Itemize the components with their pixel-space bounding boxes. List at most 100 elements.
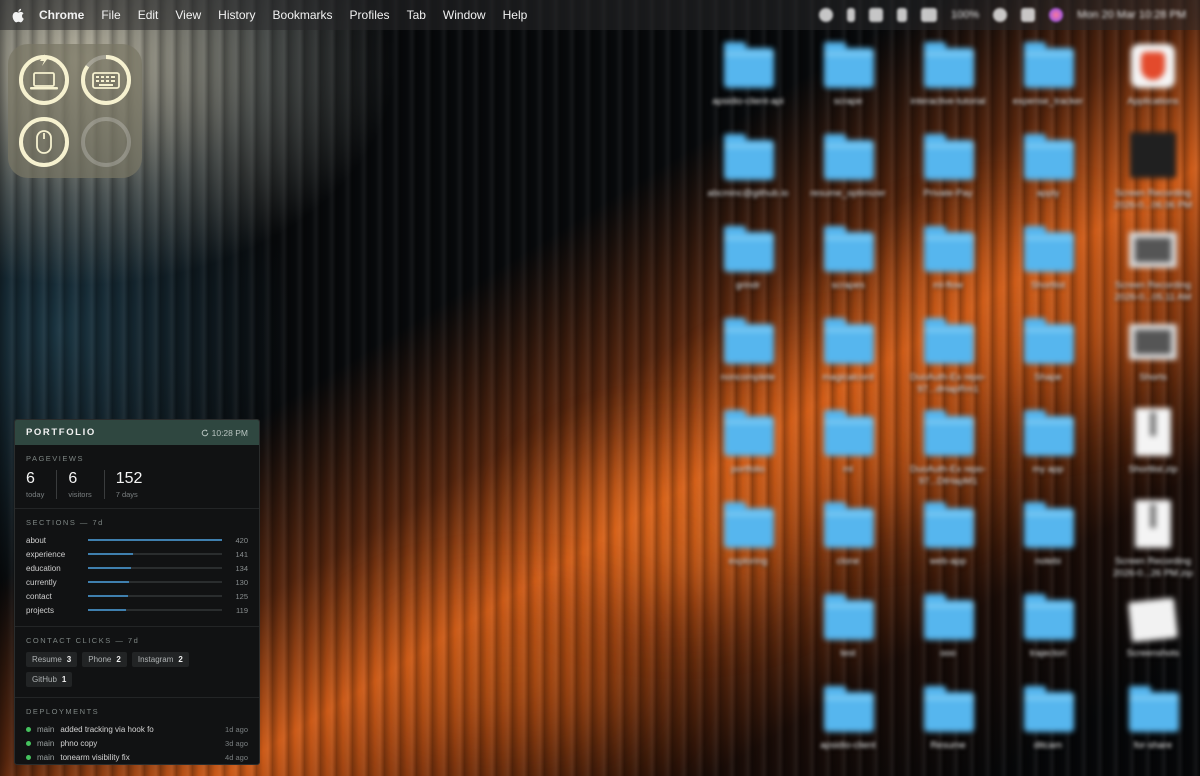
stat-label: today — [26, 490, 45, 499]
icon-label: Shorts — [1139, 372, 1167, 383]
chip-phone[interactable]: Phone 2 — [82, 652, 127, 667]
folder-icon[interactable]: Private-Pay — [900, 134, 996, 230]
menu-bar: Chrome File Edit View History Bookmarks … — [0, 0, 1200, 30]
folder-icon[interactable]: expense_tracker — [1000, 42, 1096, 138]
icon-label: ml-flow — [932, 280, 964, 291]
folder-icon[interactable]: ml-flow — [900, 226, 996, 322]
screen-icon[interactable] — [869, 8, 884, 22]
folder-icon[interactable]: Shortlist — [1000, 226, 1096, 322]
folder-icon[interactable]: web-app — [900, 502, 996, 598]
folder-icon[interactable]: ditcam — [1000, 686, 1096, 776]
folder-icon[interactable]: magicalcord — [800, 318, 896, 414]
deployment-row[interactable]: main phno copy 3d ago — [26, 736, 248, 750]
app-icon[interactable]: Applications — [1105, 44, 1200, 138]
folder-icon[interactable]: apply — [1000, 134, 1096, 230]
stat-value: 6 — [26, 470, 35, 487]
folder-icon[interactable]: my app — [1000, 410, 1096, 506]
updated-time: 10:28 PM — [211, 427, 248, 438]
menu-tab[interactable]: Tab — [407, 8, 426, 22]
chip-github[interactable]: GitHub 1 — [26, 672, 73, 687]
siri-icon[interactable] — [1049, 8, 1064, 22]
battery-status[interactable]: 100% — [951, 9, 979, 21]
portfolio-header: PORTFOLIO 10:28 PM — [15, 420, 259, 445]
record-icon[interactable] — [819, 8, 834, 22]
icon-label: ditcam — [1034, 740, 1062, 751]
folder-icon[interactable]: scrapes — [800, 226, 896, 322]
icon-glyph — [724, 134, 774, 180]
upload-icon[interactable] — [847, 8, 856, 22]
apple-icon[interactable] — [11, 8, 25, 23]
shots-icon[interactable]: Screenshots — [1105, 597, 1200, 690]
chip-count: 1 — [61, 675, 67, 684]
folder-icon[interactable]: trajectori — [1000, 594, 1096, 690]
icon-glyph — [1024, 226, 1074, 272]
folder-icon[interactable]: notebi — [1000, 502, 1096, 598]
folder-icon[interactable]: apsidio-client-api — [700, 42, 796, 138]
menu-view[interactable]: View — [175, 8, 201, 22]
icon-label: exploring — [728, 556, 768, 567]
icon-label: magicalcord — [822, 372, 874, 383]
chip-instagram[interactable]: Instagram 2 — [131, 652, 189, 667]
icon-label: test — [840, 648, 856, 659]
icon-label: apsidio-client — [820, 740, 876, 751]
folder-icon[interactable]: interactive-tutorial — [900, 42, 996, 138]
folder-icon[interactable]: portfolio — [700, 410, 796, 506]
icon-glyph — [1024, 42, 1074, 88]
folder-icon[interactable]: noncomplete — [700, 318, 796, 414]
icon-glyph — [1129, 686, 1179, 732]
folder-icon[interactable]: test — [800, 594, 896, 690]
chip-count: 3 — [66, 655, 72, 664]
zip-icon[interactable]: Shortlist.zip — [1105, 408, 1200, 506]
section-row-projects: projects 119 — [26, 603, 248, 617]
menu-window[interactable]: Window — [443, 8, 486, 22]
folder-icon[interactable]: clone — [800, 502, 896, 598]
search-icon[interactable] — [993, 8, 1008, 22]
last-updated[interactable]: 10:28 PM — [201, 428, 248, 438]
folder-icon[interactable]: DuoAuth-Ex repo-97...dHapRm1 — [900, 318, 996, 414]
section-row-education: education 134 — [26, 561, 248, 575]
folder-icon[interactable]: ooo — [900, 594, 996, 690]
window-icon[interactable] — [897, 8, 908, 22]
screenrec-icon[interactable]: Screen Recording 2026-0...06.06 PM — [1105, 132, 1200, 230]
wifi-icon[interactable] — [921, 8, 938, 22]
menu-bookmarks[interactable]: Bookmarks — [273, 8, 333, 22]
menubar-clock[interactable]: Mon 20 Mar 10:28 PM — [1077, 9, 1186, 21]
icon-glyph — [724, 502, 774, 548]
folder-icon[interactable]: Shape — [1000, 318, 1096, 414]
menu-edit[interactable]: Edit — [138, 8, 159, 22]
folder-icon[interactable]: exploring — [700, 502, 796, 598]
chip-label: GitHub — [32, 675, 57, 684]
section-value: 130 — [235, 577, 248, 587]
folder-icon[interactable]: Resume — [900, 686, 996, 776]
menu-chrome[interactable]: Chrome — [39, 8, 84, 22]
folder-icon[interactable]: DuoAuth-Ex repo-97...DtHapM1 — [900, 410, 996, 506]
folder-icon[interactable]: for-share — [1105, 686, 1200, 776]
menu-file[interactable]: File — [101, 8, 120, 22]
folder-icon[interactable]: grindr — [700, 226, 796, 322]
icon-label: abcminc@github.io — [707, 188, 789, 199]
portfolio-widget[interactable]: PORTFOLIO 10:28 PM PAGEVIEWS 6 today 6 v… — [14, 419, 260, 765]
folder-icon[interactable]: resume_optimizer — [800, 134, 896, 230]
thumb-icon[interactable]: Shorts — [1105, 324, 1200, 414]
deployment-row[interactable]: main added tracking via hook fo 1d ago — [26, 722, 248, 736]
folder-icon[interactable]: ml — [800, 410, 896, 506]
zip-icon[interactable]: Screen Recording 2026-0...26 PM.zip — [1105, 500, 1200, 598]
icon-glyph — [1130, 132, 1176, 178]
control-center-icon[interactable] — [1021, 8, 1036, 22]
thumb-icon[interactable]: Screen Recording 2026-0...05.11 AM — [1105, 232, 1200, 322]
battery-widget[interactable] — [8, 44, 142, 178]
chip-resume[interactable]: Resume 3 — [26, 652, 78, 667]
menu-history[interactable]: History — [218, 8, 255, 22]
icon-glyph — [924, 410, 974, 456]
folder-icon[interactable]: abcminc@github.io — [700, 134, 796, 230]
menu-help[interactable]: Help — [503, 8, 528, 22]
section-bar-track — [88, 595, 222, 597]
icon-glyph — [924, 134, 974, 180]
menu-profiles[interactable]: Profiles — [350, 8, 390, 22]
folder-icon[interactable]: scrape — [800, 42, 896, 138]
mouse-battery — [18, 116, 70, 168]
icon-label: apsidio-client-api — [712, 96, 784, 107]
folder-icon[interactable]: apsidio-client — [800, 686, 896, 776]
section-bar — [88, 581, 130, 583]
deployment-row[interactable]: main tonearm visibility fix 4d ago — [26, 750, 248, 764]
